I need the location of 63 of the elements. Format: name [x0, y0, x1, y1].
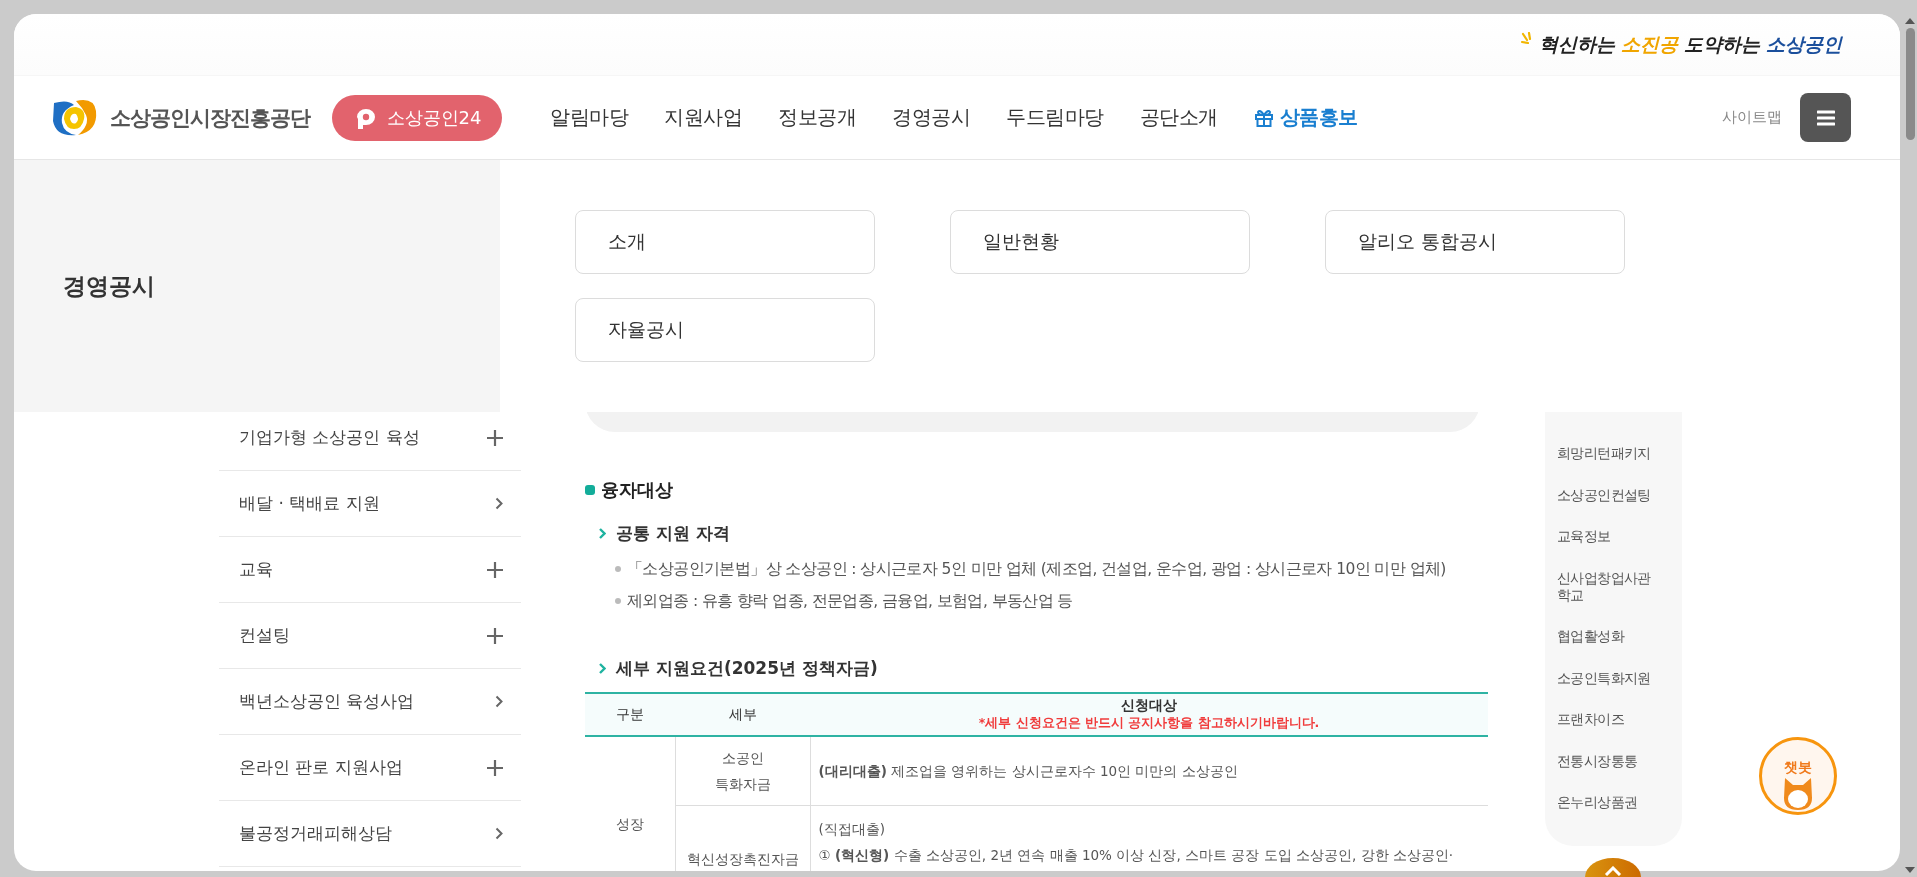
submenu-item[interactable]: 자율공시 [575, 298, 875, 362]
organization-name[interactable]: 소상공인시장진흥공단 [110, 103, 310, 132]
plus-icon [487, 759, 503, 776]
quick-menu-item[interactable]: 신사업창업사관학교 [1557, 569, 1657, 604]
menu-title: 경영공시 [63, 271, 155, 301]
scroll-down-icon[interactable] [1905, 867, 1915, 873]
quick-menu-item[interactable]: 전통시장통통 [1557, 752, 1657, 770]
column-header: 구분 [585, 693, 675, 736]
plus-icon [487, 627, 503, 644]
chevron-right-icon [599, 528, 606, 539]
submenu-item[interactable]: 소개 [575, 210, 875, 274]
sidebar-item[interactable]: 배달 · 택배료 지원 [219, 471, 521, 537]
quick-menu-item[interactable]: 소상공인컨설팅 [1557, 486, 1657, 504]
quick-menu-item[interactable]: 교육정보 [1557, 528, 1657, 545]
quick-menu-item[interactable]: 온누리상품권 [1557, 794, 1657, 811]
bullet-icon [615, 598, 621, 604]
scroll-up-icon[interactable] [1905, 18, 1915, 24]
column-header: 신청대상 *세부 신청요건은 반드시 공지사항을 참고하시기바랍니다. [810, 693, 1488, 736]
sidebar-item[interactable]: 백년소상공인 육성사업 [219, 669, 521, 735]
subsection-title: 세부 지원요건(2025년 정책자금) [616, 657, 878, 680]
table-cell: (직접대출) ① (혁신형) 수출 소상공인, 2년 연속 매출 10% 이상 신장, 스마트 공장 도입 소상공인, 강한 소상공인· [810, 805, 1488, 871]
menu-icon [1816, 109, 1835, 126]
menu-button[interactable] [1800, 93, 1851, 142]
quick-menu-item[interactable]: 소공인특화지원 [1557, 669, 1657, 687]
plus-icon [487, 561, 503, 578]
gift-icon [1253, 107, 1274, 128]
bullet-icon [585, 485, 595, 495]
subsection-title: 공통 지원 자격 [616, 522, 730, 545]
sidebar-item[interactable]: 교육 [219, 537, 521, 603]
column-header: 세부 [675, 693, 810, 736]
submenu-item[interactable]: 일반현황 [950, 210, 1250, 274]
bullet-text: 「소상공인기본법」상 소상공인 : 상시근로자 5인 미만 업체 (제조업, 건설업, 운수업, 광업 : 상시근로자 10인 미만 업체) [627, 559, 1446, 580]
bullet-text: 제외업종 : 유흥 향락 업종, 전문업종, 금융업, 보험업, 부동산업 등 [627, 591, 1073, 612]
sidebar-item[interactable]: 컨설팅 [219, 603, 521, 669]
sidebar-item[interactable]: 불공정거래피해상담 [219, 801, 521, 867]
slogan: 혁신하는 소진공 도약하는 소상공인 [1521, 31, 1842, 58]
table-cell: 소공인 특화자금 [675, 736, 810, 806]
quick-menu-item[interactable]: 프랜차이즈 [1557, 711, 1657, 728]
table-cell: (대리대출) 제조업을 영위하는 상시근로자수 10인 미만의 소상공인 [810, 736, 1488, 806]
scroll-thumb[interactable] [1905, 28, 1915, 140]
section-title: 융자대상 [601, 478, 673, 502]
nav-link[interactable]: 두드림마당 [1006, 104, 1104, 131]
sitemap-link[interactable]: 사이트맵 [1722, 108, 1782, 127]
quick-menu-item[interactable]: 협업활성화 [1557, 628, 1657, 645]
table-cell: 성장 [585, 736, 675, 871]
nav-link[interactable]: 알림마당 [550, 104, 628, 131]
chevron-right-icon [495, 497, 503, 510]
table-cell: 혁신성장촉진자금 [675, 805, 810, 871]
chevron-right-icon [495, 695, 503, 708]
nav-link[interactable]: 경영공시 [892, 104, 970, 131]
quick-menu-item[interactable]: 희망리턴패키지 [1557, 445, 1657, 462]
mascot-icon [1781, 776, 1815, 812]
nav-link[interactable]: 지원사업 [664, 104, 742, 131]
chevron-up-icon [1604, 866, 1622, 876]
submenu-item[interactable]: 알리오 통합공시 [1325, 210, 1625, 274]
nav-link[interactable]: 공단소개 [1139, 104, 1218, 131]
sidebar-item[interactable]: 온라인 판로 지원사업 [219, 735, 521, 801]
chevron-right-icon [495, 827, 503, 840]
nav-link[interactable]: 정보공개 [778, 104, 856, 131]
plus-icon [487, 429, 503, 446]
nav-link[interactable]: 상품홍보 [1253, 104, 1358, 131]
bullet-icon [615, 566, 621, 572]
chevron-right-icon [599, 663, 606, 674]
